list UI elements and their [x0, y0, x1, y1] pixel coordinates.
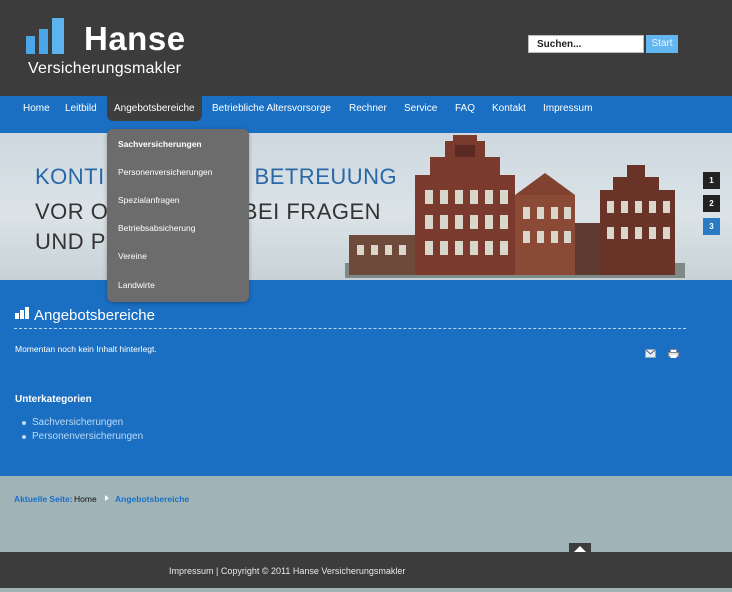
title-bars-icon — [15, 307, 31, 319]
print-icon[interactable] — [668, 349, 679, 358]
breadcrumb-label: Aktuelle Seite: — [14, 494, 73, 504]
nav-item-impressum[interactable]: Impressum — [536, 96, 599, 121]
site-logo[interactable]: Hanse Versicherungsmakler — [26, 16, 196, 82]
slide-button-3[interactable]: 3 — [703, 218, 720, 235]
slide-button-1[interactable]: 1 — [703, 172, 720, 189]
bullet — [22, 421, 26, 425]
page-title: Angebotsbereiche — [34, 307, 155, 324]
email-icon[interactable] — [645, 349, 656, 358]
dropdown-item-sachversicherungen[interactable]: Sachversicherungen — [118, 139, 202, 149]
search-input[interactable] — [528, 35, 644, 53]
title-divider — [14, 328, 686, 329]
subcategories-heading: Unterkategorien — [15, 394, 92, 405]
no-content-text: Momentan noch kein Inhalt hinterlegt. — [15, 344, 157, 354]
subcategory-link-personenversicherungen[interactable]: Personenversicherungen — [32, 431, 143, 442]
nav-item-faq[interactable]: FAQ — [448, 96, 482, 121]
breadcrumb-current: Angebotsbereiche — [115, 494, 190, 504]
nav-item-home[interactable]: Home — [16, 96, 57, 121]
dropdown-item-vereine[interactable]: Vereine — [118, 251, 147, 261]
subcategory-link-sachversicherungen[interactable]: Sachversicherungen — [32, 417, 123, 428]
dropdown-item-spezialanfragen[interactable]: Spezialanfragen — [118, 195, 179, 205]
main-nav: Home Leitbild Angebotsbereiche Betriebli… — [0, 96, 732, 133]
logo-bars-icon — [26, 18, 74, 54]
bullet — [22, 435, 26, 439]
footer-bottom-strip — [0, 588, 732, 592]
site-header: Hanse Versicherungsmakler Start — [0, 0, 732, 96]
nav-dropdown: Sachversicherungen Personenversicherunge… — [107, 129, 249, 302]
slide-button-2[interactable]: 2 — [703, 195, 720, 212]
dropdown-item-personenversicherungen[interactable]: Personenversicherungen — [118, 167, 213, 177]
dropdown-item-landwirte[interactable]: Landwirte — [118, 280, 155, 290]
breadcrumb-arrow-icon — [105, 495, 109, 501]
nav-item-betriebliche-altersvorsorge[interactable]: Betriebliche Altersvorsorge — [205, 96, 338, 121]
breadcrumb-home-link[interactable]: Home — [74, 494, 97, 504]
dropdown-item-betriebsabsicherung[interactable]: Betriebsabsicherung — [118, 223, 196, 233]
brick-building-image — [345, 135, 685, 278]
logo-word: Hanse — [84, 20, 186, 57]
nav-item-service[interactable]: Service — [397, 96, 444, 121]
nav-item-rechner[interactable]: Rechner — [342, 96, 394, 121]
nav-item-leitbild[interactable]: Leitbild — [58, 96, 104, 121]
logo-subtitle: Versicherungsmakler — [28, 60, 182, 77]
breadcrumb-band — [0, 476, 732, 552]
nav-item-angebotsbereiche[interactable]: Angebotsbereiche — [107, 96, 202, 121]
search-button[interactable]: Start — [646, 35, 678, 53]
nav-item-kontakt[interactable]: Kontakt — [485, 96, 533, 121]
footer-text: Impressum | Copyright © 2011 Hanse Versi… — [169, 566, 406, 576]
